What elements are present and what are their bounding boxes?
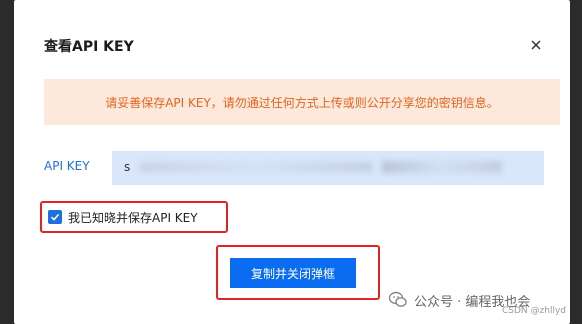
api-key-value: s [124,160,131,174]
api-key-redaction [140,162,372,172]
api-key-redaction [382,161,502,173]
dialog-title: 查看API KEY [44,39,134,55]
api-key-label: API KEY [44,159,90,173]
warning-banner: 请妥善保存API KEY，请勿通过任何方式上传或则公开分享您的密钥信息。 [44,79,560,125]
confirm-checkbox-row[interactable]: 我已知晓并保存API KEY [40,201,228,233]
csdn-watermark: CSDN @zhllyd [502,306,566,316]
api-key-field[interactable]: s [112,151,544,185]
confirm-checkbox-label: 我已知晓并保存API KEY [68,210,198,225]
wechat-icon [388,291,407,307]
warning-text: 请妥善保存API KEY，请勿通过任何方式上传或则公开分享您的密钥信息。 [105,95,499,110]
close-icon[interactable] [529,38,543,52]
api-key-dialog: 查看API KEY 请妥善保存API KEY，请勿通过任何方式上传或则公开分享您… [14,0,570,324]
copy-and-close-button[interactable]: 复制并关闭弹框 [230,258,356,288]
checkbox-checked-icon[interactable] [48,210,62,224]
